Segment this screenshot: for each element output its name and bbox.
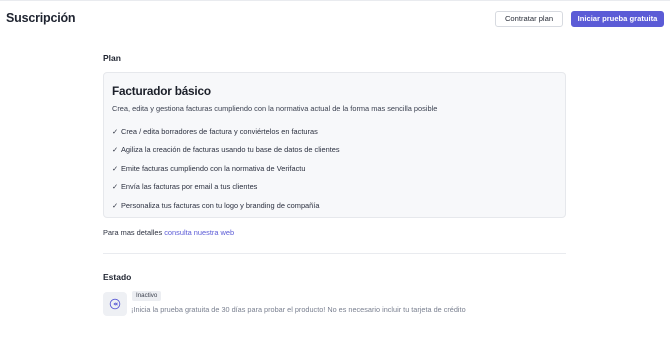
page-title: Suscripción (6, 11, 76, 25)
feature-text: Emite facturas cumpliendo con la normati… (121, 164, 306, 173)
feature-item: ✓ Envía las facturas por email a tus clie… (112, 182, 257, 191)
check-icon: ✓ (112, 164, 119, 173)
contratar-plan-button[interactable]: Contratar plan (495, 11, 563, 27)
feature-item: ✓ Crea / edita borradores de factura y co… (112, 127, 318, 136)
rewind-circle-icon (109, 298, 121, 310)
details-line: Para mas detalles consulta nuestra web (103, 228, 234, 237)
page-header: Suscripción Contratar plan Iniciar prueb… (0, 0, 670, 40)
start-free-trial-button[interactable]: Iniciar prueba gratuita (571, 11, 664, 27)
plan-card: Facturador básico Crea, edita y gestiona… (103, 72, 566, 218)
check-icon: ✓ (112, 145, 119, 154)
status-message: ¡Inicia la prueba gratuita de 30 días pa… (131, 305, 466, 314)
website-link[interactable]: consulta nuestra web (164, 228, 234, 237)
status-section-label: Estado (103, 272, 132, 282)
details-text: Para mas detalles (103, 228, 163, 237)
section-divider (103, 253, 566, 254)
feature-text: Agiliza la creación de facturas usando t… (121, 145, 340, 154)
feature-text: Crea / edita borradores de factura y con… (121, 127, 318, 136)
check-icon: ✓ (112, 182, 119, 191)
plan-description: Crea, edita y gestiona facturas cumplien… (112, 104, 438, 113)
feature-item: ✓ Emite facturas cumpliendo con la normat… (112, 164, 305, 173)
plan-section-label: Plan (103, 53, 121, 63)
feature-item: ✓ Agiliza la creación de facturas usando … (112, 145, 340, 154)
feature-text: Envía las facturas por email a tus clien… (121, 182, 258, 191)
status-icon-container (103, 292, 127, 316)
check-icon: ✓ (112, 127, 119, 136)
feature-item: ✓ Personaliza tus facturas con tu logo y … (112, 201, 319, 210)
feature-text: Personaliza tus facturas con tu logo y b… (121, 201, 320, 210)
plan-name: Facturador básico (112, 84, 211, 98)
status-badge: Inactivo (132, 291, 162, 301)
check-icon: ✓ (112, 201, 119, 210)
